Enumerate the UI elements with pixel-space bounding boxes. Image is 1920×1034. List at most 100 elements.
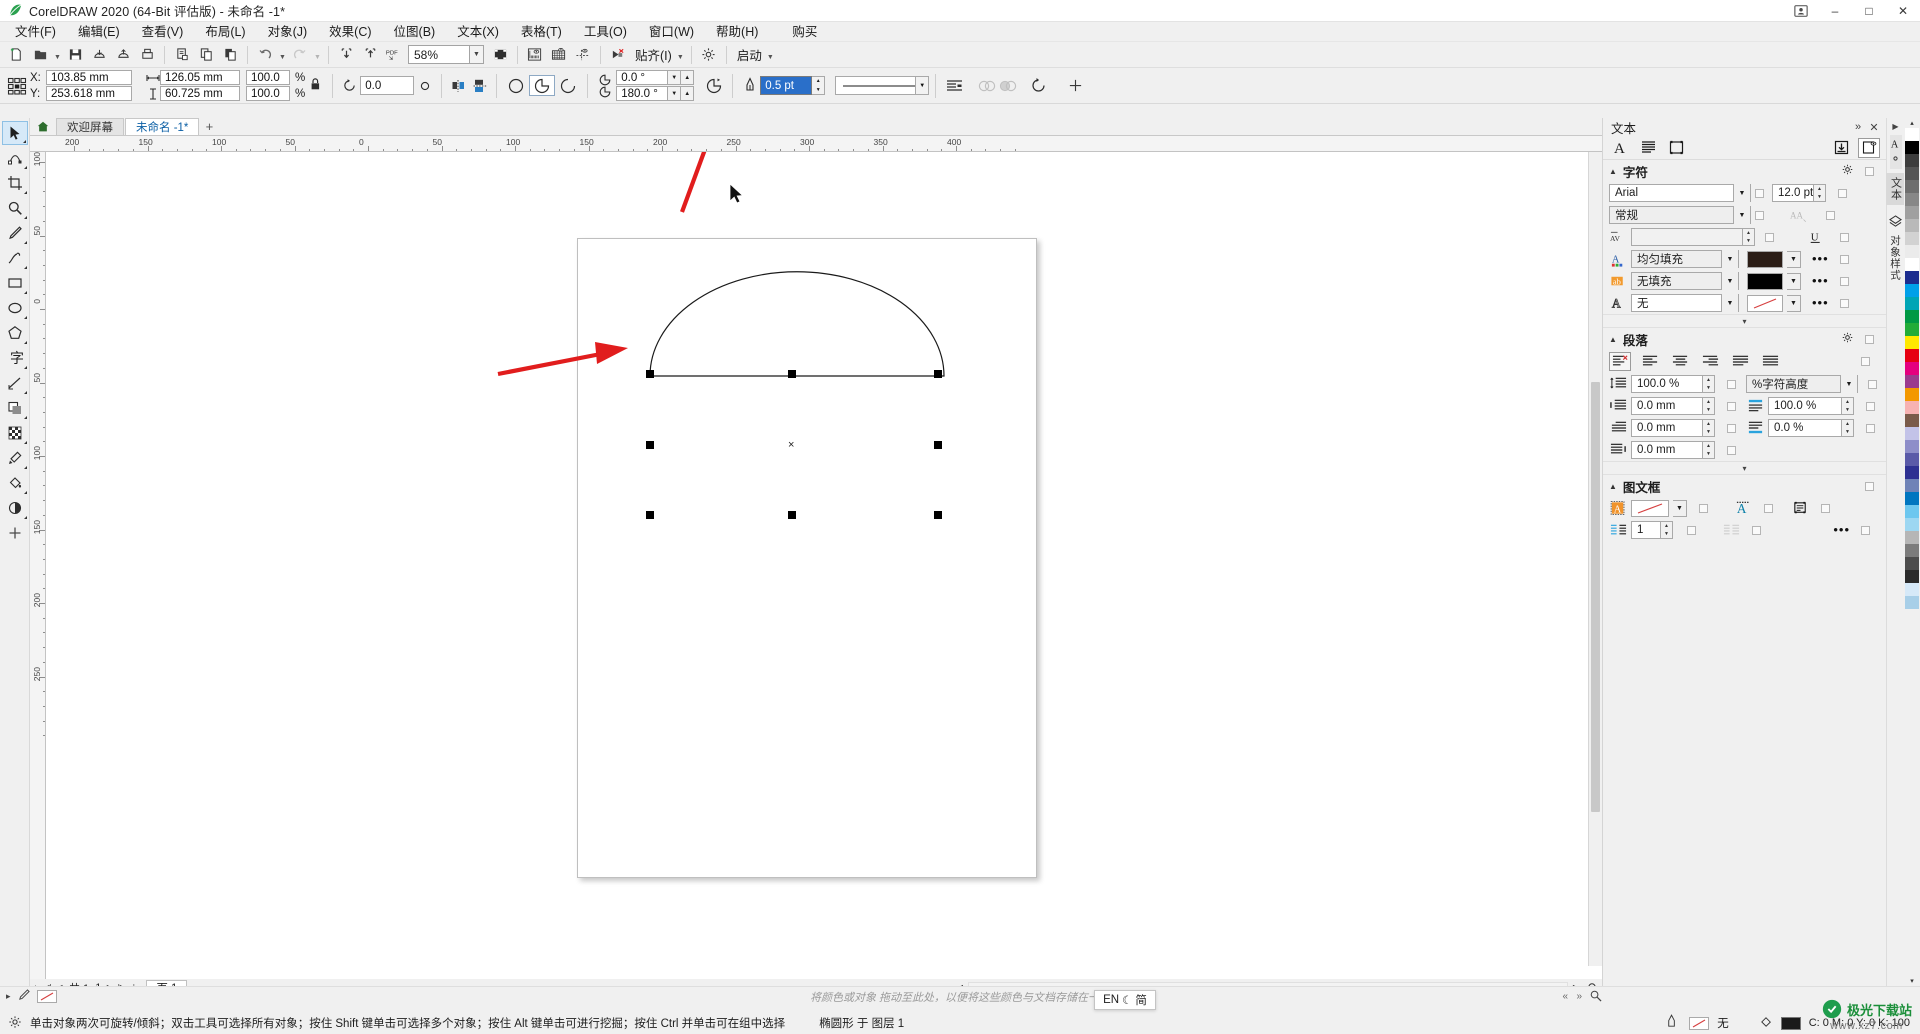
- palette-swatch[interactable]: [1905, 271, 1919, 284]
- x-position-input[interactable]: 103.85 mm: [46, 70, 132, 85]
- docker-strip-expand-icon[interactable]: ▶: [1892, 122, 1898, 131]
- first-line-indent-input[interactable]: 0.0 mm ▲ ▼: [1631, 419, 1715, 437]
- open-dropdown-caret[interactable]: ▼: [52, 44, 63, 66]
- palette-swatch[interactable]: [1905, 531, 1919, 544]
- scale-horizontal-input[interactable]: 100.0: [246, 70, 290, 85]
- outline-pen-icon[interactable]: [739, 75, 760, 96]
- end-angle-input[interactable]: 180.0 °: [616, 86, 669, 101]
- artistic-media-tool[interactable]: [2, 246, 28, 270]
- ellipse-tool[interactable]: [2, 296, 28, 320]
- undo-dropdown-caret[interactable]: ▼: [277, 44, 288, 66]
- interactive-fill-tool[interactable]: [2, 471, 28, 495]
- character-gear-icon[interactable]: [1842, 164, 1853, 178]
- kerning-spinner[interactable]: ▲ ▼: [1742, 228, 1755, 246]
- space-after-input[interactable]: 0.0 % ▲ ▼: [1768, 419, 1854, 437]
- show-grid-icon[interactable]: [547, 44, 571, 66]
- menu-object[interactable]: 对象(J): [257, 22, 319, 42]
- selection-handle-bl[interactable]: [646, 511, 654, 519]
- align-left-button[interactable]: [1639, 352, 1661, 371]
- font-family-select[interactable]: Arial ▼: [1609, 184, 1751, 202]
- palette-swatches[interactable]: [1905, 128, 1919, 976]
- text-frame-section-header[interactable]: ▲ 图文框: [1603, 475, 1886, 497]
- palette-swatch[interactable]: [1905, 505, 1919, 518]
- menu-help[interactable]: 帮助(H): [705, 22, 769, 42]
- text-frame-pin-checkbox[interactable]: [1865, 481, 1874, 491]
- status-collapse-right-icon[interactable]: »: [1576, 991, 1582, 1002]
- palette-swatch[interactable]: [1905, 466, 1919, 479]
- snap-off-icon[interactable]: [606, 44, 630, 66]
- text-docker-label[interactable]: 文本: [1885, 173, 1906, 205]
- page-1[interactable]: [577, 238, 1037, 878]
- open-document-icon[interactable]: [28, 44, 52, 66]
- text-fill-caret-icon[interactable]: ▼: [1721, 250, 1738, 268]
- ime-indicator[interactable]: EN ☾ 简: [1094, 990, 1156, 1010]
- columns-count-input[interactable]: 1 ▲ ▼: [1631, 521, 1673, 539]
- import-text-icon[interactable]: [1830, 138, 1852, 158]
- text-background-type-select[interactable]: 无填充 ▼: [1631, 272, 1739, 290]
- wrap-text-icon[interactable]: [942, 75, 966, 96]
- weld-icon[interactable]: [976, 75, 997, 96]
- text-background-more-button[interactable]: •••: [1812, 274, 1829, 287]
- pick-tool[interactable]: [1, 121, 28, 145]
- column-settings-icon[interactable]: [1722, 521, 1740, 539]
- palette-swatch[interactable]: [1905, 193, 1919, 206]
- palette-swatch[interactable]: [1905, 544, 1919, 557]
- spacing-unit-select[interactable]: %字符高度 ▼: [1746, 375, 1858, 393]
- text-background-color-swatch[interactable]: [1747, 272, 1783, 290]
- parallel-dimension-tool[interactable]: [2, 371, 28, 395]
- user-account-icon[interactable]: [1790, 0, 1812, 22]
- align-justify-button[interactable]: [1729, 352, 1751, 371]
- status-zoom-icon[interactable]: [1589, 989, 1602, 1005]
- palette-swatch[interactable]: [1905, 349, 1919, 362]
- frame-fill-color-swatch[interactable]: [1631, 499, 1669, 517]
- arc-mode-icon[interactable]: [555, 75, 581, 96]
- uppercase-icon[interactable]: AA: [1790, 206, 1808, 224]
- options-gear-icon[interactable]: [697, 44, 721, 66]
- columns-checkbox[interactable]: [1687, 525, 1696, 535]
- mirror-vertical-icon[interactable]: [469, 75, 490, 96]
- text-frame-collapse-arrow[interactable]: ▲: [1609, 482, 1617, 491]
- text-outline-color-caret-icon[interactable]: ▼: [1787, 294, 1801, 312]
- pie-mode-icon[interactable]: [529, 75, 556, 96]
- font-size-spinner[interactable]: ▲ ▼: [1813, 184, 1826, 202]
- left-indent-checkbox[interactable]: [1727, 401, 1736, 411]
- text-docker-tab-icon[interactable]: A: [1889, 135, 1902, 169]
- palette-swatch[interactable]: [1905, 375, 1919, 388]
- text-fill-type-select[interactable]: 均匀填充 ▼: [1631, 250, 1739, 268]
- freehand-tool[interactable]: [2, 221, 28, 245]
- text-outline-checkbox[interactable]: [1839, 298, 1849, 308]
- snap-dropdown-caret[interactable]: ▼: [675, 44, 686, 66]
- object-styles-docker-icon[interactable]: [1889, 215, 1902, 231]
- selection-handle-ml[interactable]: [646, 441, 654, 449]
- zoom-tool[interactable]: [2, 196, 28, 220]
- ellipse-mode-icon[interactable]: [503, 75, 529, 96]
- space-before-checkbox[interactable]: [1866, 401, 1875, 411]
- palette-swatch[interactable]: [1905, 518, 1919, 531]
- font-size-input[interactable]: 12.0 pt ▲ ▼: [1772, 184, 1826, 202]
- palette-swatch[interactable]: [1905, 297, 1919, 310]
- columns-count-spinner[interactable]: ▲ ▼: [1660, 521, 1673, 539]
- menu-file[interactable]: 文件(F): [4, 22, 67, 42]
- character-expand-more[interactable]: ▾: [1603, 314, 1886, 328]
- vertical-ruler[interactable]: 100 50 0 50 100 150 200 250: [30, 152, 46, 986]
- new-document-icon[interactable]: [4, 44, 28, 66]
- vertical-align-icon[interactable]: A: [1734, 499, 1752, 517]
- launch-dropdown-caret[interactable]: ▼: [765, 44, 776, 66]
- align-right-button[interactable]: [1699, 352, 1721, 371]
- text-outline-color-swatch[interactable]: [1747, 294, 1783, 312]
- palette-swatch[interactable]: [1905, 180, 1919, 193]
- drop-shadow-tool[interactable]: [2, 396, 28, 420]
- text-fill-color-swatch[interactable]: [1747, 250, 1783, 268]
- line-spacing-spinner[interactable]: ▲ ▼: [1702, 375, 1715, 393]
- change-arc-direction-icon[interactable]: [702, 75, 726, 96]
- palette-swatch[interactable]: [1905, 583, 1919, 596]
- status-fill-swatch[interactable]: [1780, 1016, 1801, 1030]
- export-arrow-icon[interactable]: [358, 44, 382, 66]
- palette-swatch[interactable]: [1905, 336, 1919, 349]
- paragraph-section-header[interactable]: ▲ 段落: [1603, 328, 1886, 350]
- transparency-tool[interactable]: [2, 421, 28, 445]
- palette-swatch[interactable]: [1905, 492, 1919, 505]
- font-size-checkbox[interactable]: [1838, 188, 1847, 198]
- text-outline-caret-icon[interactable]: ▼: [1721, 294, 1738, 312]
- line-spacing-input[interactable]: 100.0 % ▲ ▼: [1631, 375, 1715, 393]
